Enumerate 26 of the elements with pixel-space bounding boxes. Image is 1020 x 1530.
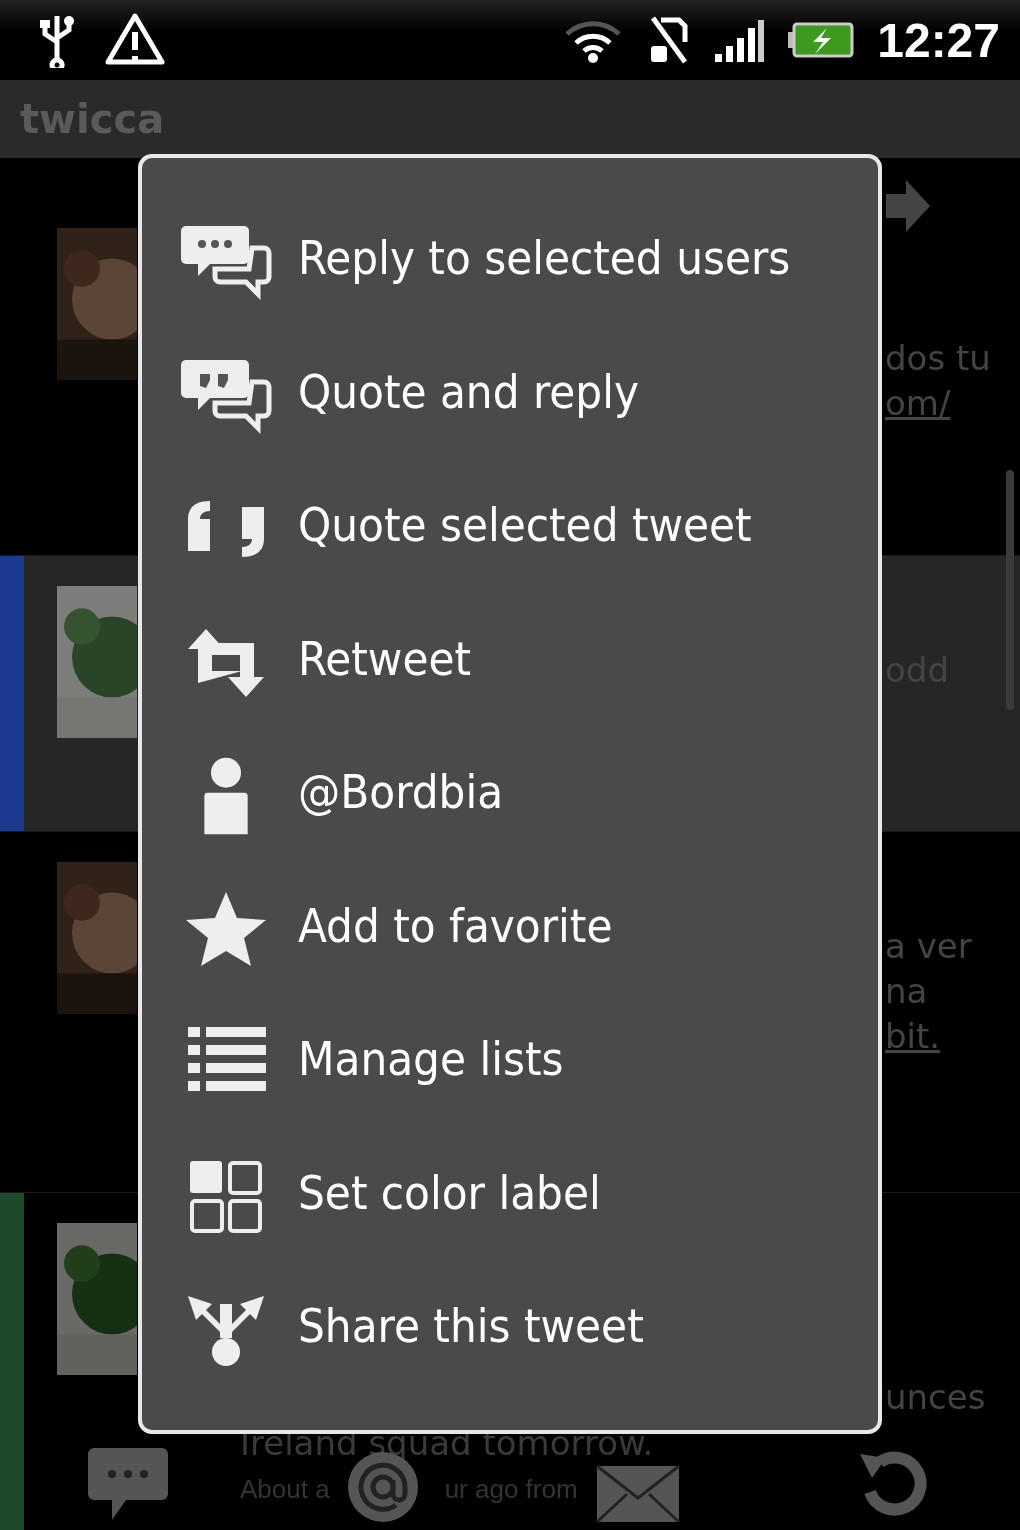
menu-item[interactable]: Add to favorite: [142, 885, 878, 1019]
menu-item[interactable]: @Bordbia: [142, 752, 878, 886]
menu-item[interactable]: Manage lists: [142, 1019, 878, 1153]
menu-item-label: Quote selected tweet: [298, 496, 752, 554]
clock-time: 12:27: [877, 12, 1000, 68]
battery-icon: [787, 22, 856, 58]
menu-item[interactable]: Retweet: [142, 618, 878, 752]
menu-item[interactable]: Quote selected tweet: [142, 485, 878, 619]
warning-icon: [104, 12, 166, 68]
menu-item-label: Add to favorite: [298, 896, 613, 955]
menu-item[interactable]: Quote and reply: [142, 351, 878, 485]
menu-item-label: Set color label: [298, 1163, 601, 1222]
tweet-text: dos tu: [885, 337, 992, 380]
tweet-text: a ver: [885, 925, 973, 968]
tweet-text: unces: [885, 1376, 987, 1419]
menu-item-label: Share this tweet: [298, 1297, 644, 1355]
menu-item[interactable]: Share this tweet: [142, 1286, 878, 1420]
menu-item-label: @Bordbia: [298, 763, 504, 821]
menu-item-label: Retweet: [298, 629, 472, 688]
menu-item-label: Reply to selected users: [298, 229, 791, 287]
menu-item-label: Quote and reply: [298, 362, 639, 421]
menu-item[interactable]: Set color label: [142, 1152, 878, 1286]
menu-item-label: Manage lists: [298, 1030, 564, 1088]
menu-item[interactable]: Reply to selected users: [142, 218, 878, 352]
envelope-icon[interactable]: [594, 1464, 681, 1524]
tweet-text: na: [885, 970, 929, 1013]
